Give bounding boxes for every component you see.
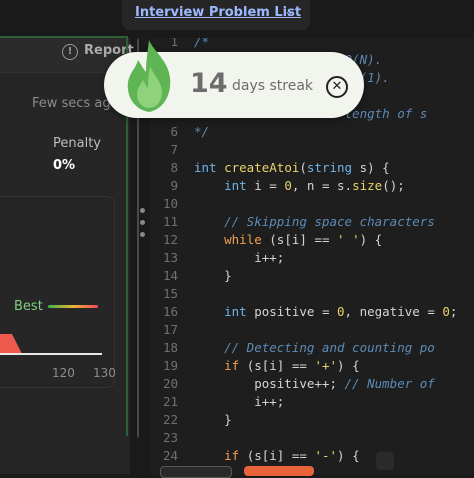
grip-dot [140,220,145,225]
x-tick: 130 [93,366,116,380]
performance-chart [0,196,115,388]
submission-time: Few secs ag [32,96,111,111]
best-legend-line [48,305,98,308]
x-tick: 120 [52,366,75,380]
line-number: 9 [170,178,178,193]
line-number: 19 [162,358,178,373]
streak-label: days streak [232,78,314,94]
close-icon[interactable]: ✕ [326,76,348,98]
grip-dot [140,232,145,237]
line-number: 24 [162,448,178,463]
chart-area [0,334,22,354]
line-number: 14 [162,268,178,283]
streak-count: 14 [190,68,228,99]
streak-popup: 14 days streak ✕ [104,40,364,118]
line-number: 11 [162,214,178,229]
line-number: 6 [170,124,178,139]
line-number: 23 [162,430,178,445]
line-number: 20 [162,376,178,391]
line-number: 10 [162,196,178,211]
line-number: 13 [162,250,178,265]
line-number: 8 [170,160,178,175]
line-number: 7 [170,142,178,157]
run-button[interactable] [160,466,232,478]
panel-divider [0,36,127,38]
submit-button[interactable] [244,466,314,476]
top-bar: Interview Problem List ⌄ [0,0,474,36]
grip-dot [140,208,145,213]
line-number: 18 [162,340,178,355]
line-number: 17 [162,322,178,337]
problem-list-nav[interactable]: Interview Problem List ⌄ [122,0,310,30]
problem-list-link[interactable]: Interview Problem List [135,5,301,20]
line-number: 21 [162,394,178,409]
chart-baseline [0,353,102,355]
line-number: 12 [162,232,178,247]
penalty-value: 0% [53,158,76,173]
flame-icon [127,40,171,112]
line-number: 16 [162,304,178,319]
penalty-label: Penalty [53,136,101,151]
line-number: 15 [162,286,178,301]
info-icon[interactable]: ! [62,44,78,60]
settings-button[interactable] [376,452,394,470]
best-label: Best [14,299,43,314]
chevron-down-icon[interactable]: ⌄ [284,4,294,18]
line-number: 22 [162,412,178,427]
chart-bar [0,334,22,354]
